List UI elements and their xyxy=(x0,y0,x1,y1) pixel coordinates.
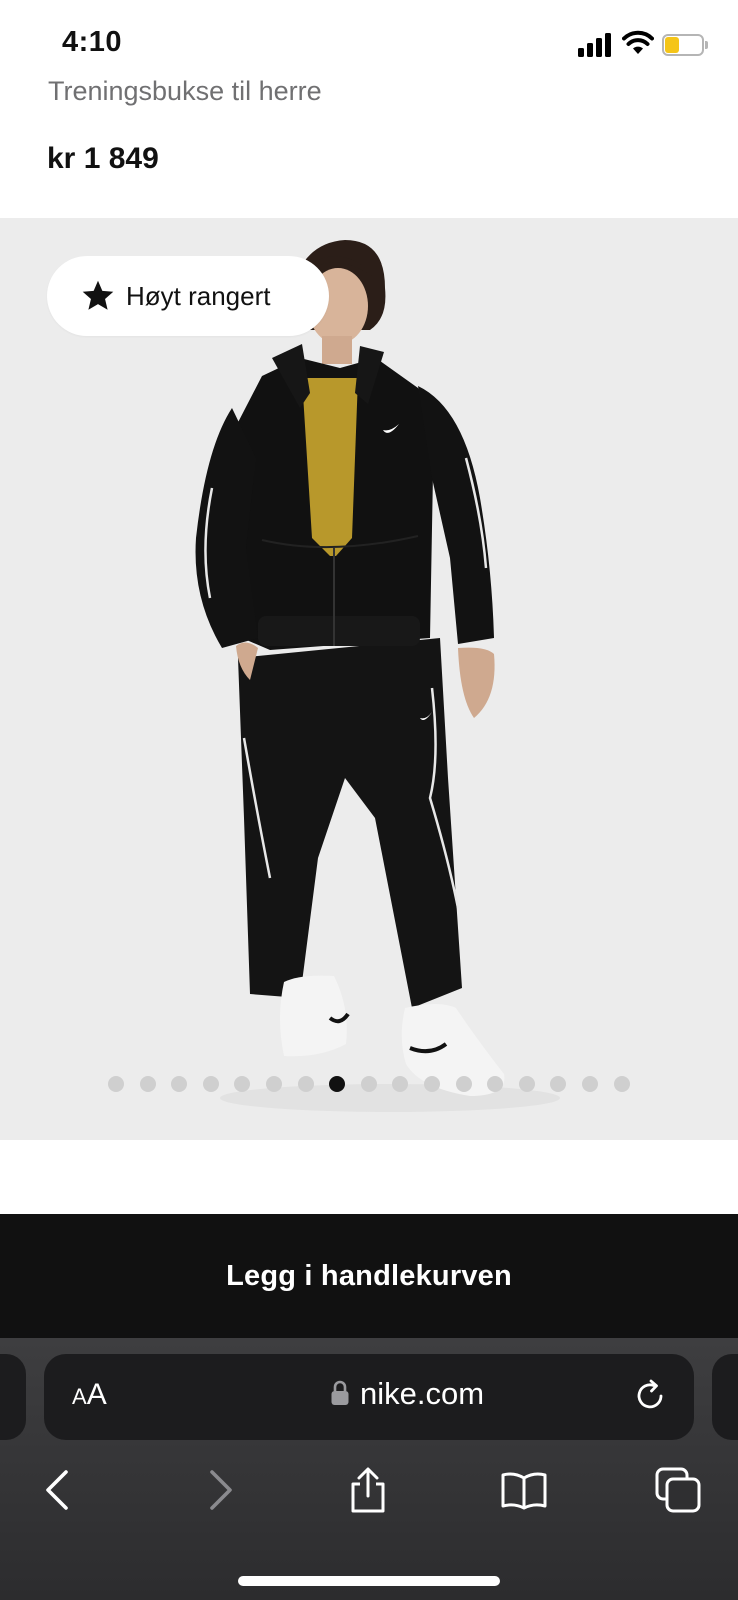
url-text[interactable]: nike.com xyxy=(360,1376,484,1412)
pagination-dot[interactable] xyxy=(297,1076,314,1092)
pagination-dot[interactable] xyxy=(613,1076,630,1092)
product-gallery[interactable]: Høyt rangert xyxy=(0,218,738,1140)
pagination-dot[interactable] xyxy=(581,1076,598,1092)
text-size-small-label: A xyxy=(72,1384,87,1409)
badge-label: Høyt rangert xyxy=(126,280,271,311)
pagination-dot[interactable] xyxy=(202,1076,219,1092)
address-bar[interactable]: A A nike.com xyxy=(44,1354,694,1440)
pagination-dot[interactable] xyxy=(139,1076,156,1092)
bookmarks-icon[interactable] xyxy=(500,1466,548,1514)
product-image[interactable] xyxy=(0,218,738,1140)
forward-icon[interactable] xyxy=(192,1466,240,1514)
pagination-dot[interactable] xyxy=(487,1076,504,1092)
pagination-dot[interactable] xyxy=(360,1076,377,1092)
pagination-dot[interactable] xyxy=(392,1076,409,1092)
reload-icon[interactable] xyxy=(632,1378,668,1414)
status-time: 4:10 xyxy=(62,26,123,58)
cellular-signal-icon xyxy=(578,33,614,57)
share-icon[interactable] xyxy=(344,1466,392,1514)
tabs-icon[interactable] xyxy=(654,1466,702,1514)
gallery-pagination[interactable] xyxy=(108,1076,630,1092)
back-icon[interactable] xyxy=(38,1466,86,1514)
pagination-dot[interactable] xyxy=(171,1076,188,1092)
pagination-dot[interactable] xyxy=(550,1076,567,1092)
pagination-dot[interactable] xyxy=(455,1076,472,1092)
pagination-dot-active[interactable] xyxy=(329,1076,346,1092)
star-icon xyxy=(82,280,114,310)
pagination-dot[interactable] xyxy=(108,1076,124,1092)
battery-icon xyxy=(662,34,708,56)
add-to-cart-label: Legg i handlekurven xyxy=(226,1259,512,1292)
pagination-dot[interactable] xyxy=(518,1076,535,1092)
status-bar: 4:10 xyxy=(0,0,738,80)
wifi-icon xyxy=(622,30,654,54)
pagination-dot[interactable] xyxy=(265,1076,282,1092)
product-subtitle: Treningsbukse til herre xyxy=(48,76,322,106)
browser-chrome: A A nike.com xyxy=(0,1338,738,1600)
text-size-button[interactable]: A A xyxy=(72,1378,120,1418)
pagination-dot[interactable] xyxy=(234,1076,251,1092)
text-size-big-label: A xyxy=(86,1378,107,1411)
add-to-cart-button[interactable]: Legg i handlekurven xyxy=(0,1214,738,1338)
next-tab-preview[interactable] xyxy=(712,1354,738,1440)
lock-icon xyxy=(331,1380,349,1405)
top-rated-badge: Høyt rangert xyxy=(47,256,329,336)
product-price: kr 1 849 xyxy=(47,142,159,175)
previous-tab-preview[interactable] xyxy=(0,1354,26,1440)
pagination-dot[interactable] xyxy=(423,1076,440,1092)
home-indicator xyxy=(238,1576,500,1586)
